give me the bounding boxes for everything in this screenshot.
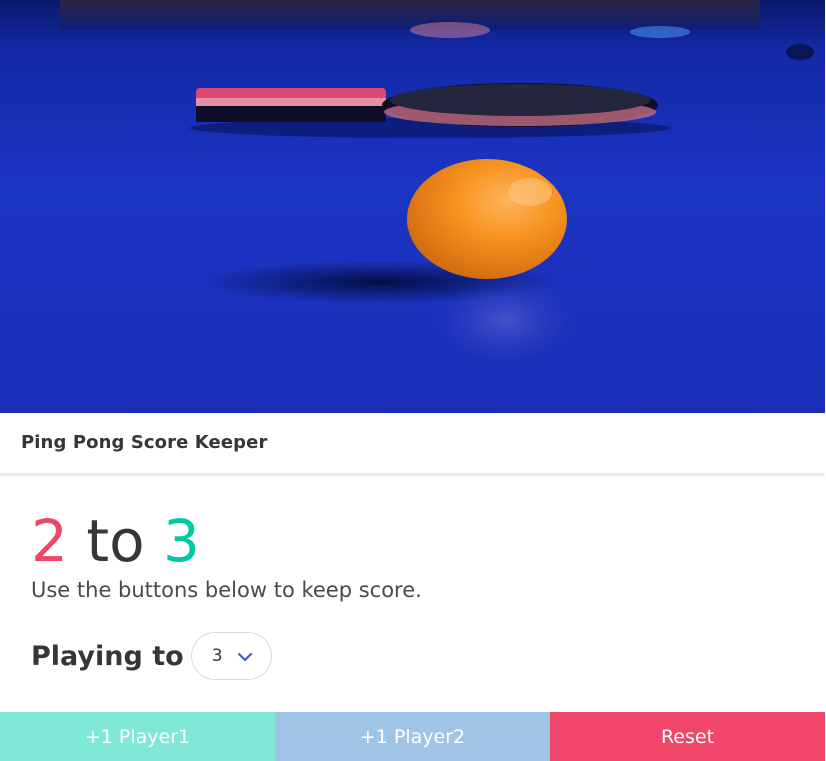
playing-to-row: Playing to 3 <box>31 631 272 681</box>
playing-to-label: Playing to <box>31 640 184 672</box>
winning-score-value: 3 <box>211 646 223 666</box>
score-display: 2 to 3 <box>31 503 811 579</box>
player1-score: 2 <box>31 507 68 575</box>
card-footer: +1 Player1 +1 Player2 Reset <box>0 712 825 761</box>
page-title: Ping Pong Score Keeper <box>21 432 268 453</box>
add-point-player1-button[interactable]: +1 Player1 <box>0 712 275 761</box>
winning-score-select[interactable]: 3 <box>190 632 272 680</box>
reset-button[interactable]: Reset <box>550 712 825 761</box>
add-point-player2-button[interactable]: +1 Player2 <box>275 712 550 761</box>
ping-pong-photo <box>0 0 825 413</box>
helper-text: Use the buttons below to keep score. <box>31 578 422 602</box>
score-keeper-card: Ping Pong Score Keeper 2 to 3 Use the bu… <box>0 0 825 761</box>
player2-score: 3 <box>163 507 200 575</box>
card-content: 2 to 3 Use the buttons below to keep sco… <box>31 503 811 680</box>
card-header: Ping Pong Score Keeper <box>0 413 825 474</box>
score-separator: to <box>86 507 145 575</box>
chevron-down-icon <box>237 652 252 662</box>
